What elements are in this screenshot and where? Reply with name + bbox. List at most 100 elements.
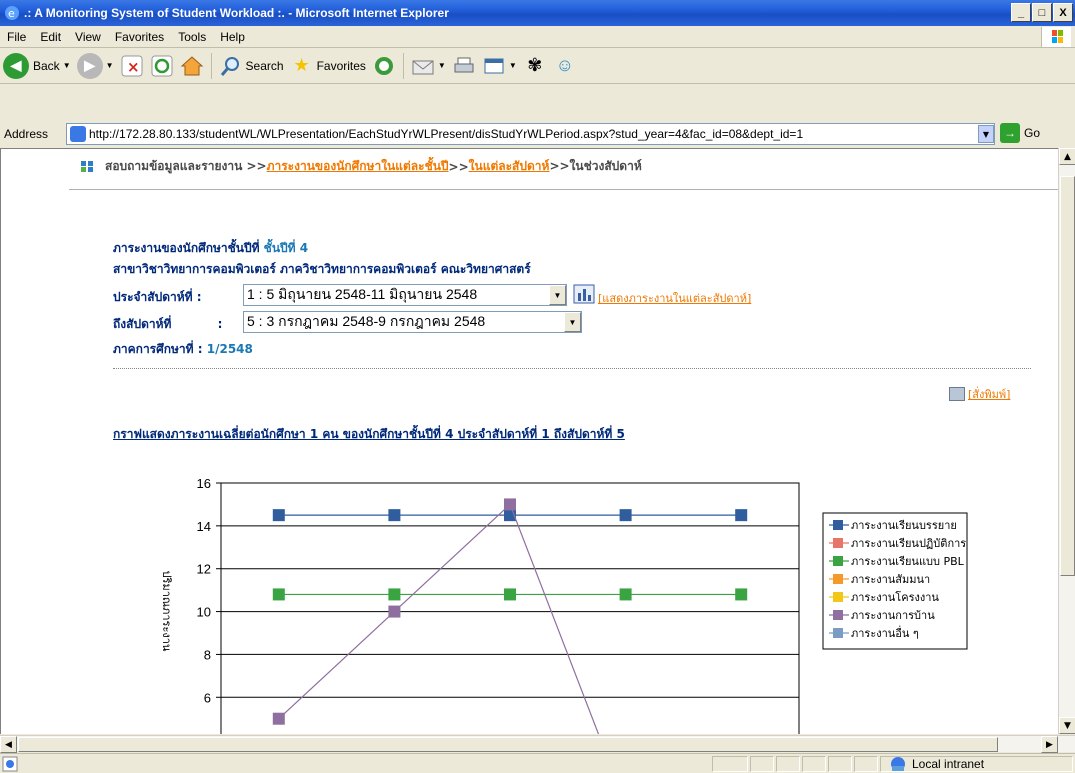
printer-icon bbox=[452, 54, 476, 78]
department-line: สาขาวิชาวิทยาการคอมพิวเตอร์ ภาควิชาวิทยา… bbox=[113, 262, 531, 276]
legend-label: ภาระงานเรียนบรรยาย bbox=[851, 519, 957, 532]
week-label: ประจำสัปดาห์ที่ : bbox=[113, 290, 202, 304]
window-title: .: A Monitoring System of Student Worklo… bbox=[24, 6, 449, 20]
edit-page-icon bbox=[482, 54, 506, 78]
address-input[interactable]: http://172.28.80.133/studentWL/WLPresent… bbox=[66, 123, 995, 145]
menu-view[interactable]: View bbox=[68, 30, 108, 44]
stop-icon: × bbox=[120, 54, 144, 78]
menu-file[interactable]: File bbox=[0, 30, 33, 44]
stop-button[interactable]: × bbox=[117, 51, 147, 81]
page-status-icon bbox=[2, 756, 18, 772]
y-tick-label: 12 bbox=[197, 562, 211, 577]
chevron-down-icon[interactable]: ▼ bbox=[564, 312, 581, 332]
breadcrumb-end: >>ในช่วงสัปดาห์ bbox=[549, 159, 642, 173]
menu-help[interactable]: Help bbox=[213, 30, 252, 44]
breadcrumb: สอบถามข้อมูลและรายงาน >> ภาระงานของนักศึ… bbox=[81, 157, 642, 176]
zone-label: Local intranet bbox=[912, 757, 985, 771]
back-button[interactable]: ◀ Back ▼ bbox=[0, 51, 74, 81]
star-icon: ★ bbox=[293, 55, 310, 75]
address-url[interactable]: http://172.28.80.133/studentWL/WLPresent… bbox=[89, 127, 978, 141]
search-button[interactable]: Search bbox=[216, 51, 287, 81]
favorites-button[interactable]: ★ Favorites bbox=[287, 51, 369, 81]
to-week-label: ถึงสัปดาห์ที่ : bbox=[113, 315, 222, 334]
scroll-down-icon[interactable]: ▼ bbox=[1059, 717, 1075, 734]
to-week-label-text: ถึงสัปดาห์ที่ bbox=[113, 317, 172, 331]
menu-favorites[interactable]: Favorites bbox=[108, 30, 171, 44]
status-cell bbox=[854, 756, 878, 772]
home-icon bbox=[180, 54, 204, 78]
y-tick-label: 4 bbox=[204, 733, 211, 734]
refresh-button[interactable] bbox=[147, 51, 177, 81]
breadcrumb-start: สอบถามข้อมูลและรายงาน >> bbox=[105, 159, 267, 173]
favorites-label: Favorites bbox=[316, 58, 366, 73]
scroll-right-icon[interactable]: ▶ bbox=[1041, 736, 1058, 753]
page-heading: ภาระงานของนักศึกษาชั้นปีที่ ชั้นปีที่ 4 bbox=[113, 239, 308, 258]
legend-label: ภาระงานเรียนปฏิบัติการ bbox=[851, 537, 966, 550]
legend-marker bbox=[833, 556, 843, 566]
data-point bbox=[272, 509, 285, 522]
menu-edit[interactable]: Edit bbox=[33, 30, 68, 44]
scroll-left-icon[interactable]: ◀ bbox=[0, 736, 17, 753]
search-label: Search bbox=[245, 58, 284, 73]
graph-title: กราฟแสดงภาระงานเฉลี่ยต่อนักศึกษา 1 คน ขอ… bbox=[113, 427, 625, 441]
menu-bar: File Edit View Favorites Tools Help bbox=[0, 26, 1075, 48]
maximize-button[interactable]: □ bbox=[1032, 3, 1052, 22]
to-week-select[interactable]: 5 : 3 กรกฎาคม 2548-9 กรกฎาคม 2548 ▼ bbox=[243, 311, 582, 333]
svg-text:×: × bbox=[127, 58, 140, 76]
history-button[interactable] bbox=[369, 51, 399, 81]
divider bbox=[69, 189, 1060, 190]
horizontal-scrollbar[interactable]: ◀ ▶ bbox=[0, 735, 1075, 753]
status-cell bbox=[828, 756, 852, 772]
intranet-icon bbox=[891, 757, 905, 771]
minimize-button[interactable]: _ bbox=[1011, 3, 1031, 22]
week-select[interactable]: 1 : 5 มิถุนายน 2548-11 มิถุนายน 2548 ▼ bbox=[243, 284, 567, 306]
go-arrow-icon: → bbox=[1000, 123, 1020, 143]
semester-value: 1/2548 bbox=[206, 342, 253, 356]
semester-label: ภาคการศึกษาที่ : bbox=[113, 342, 203, 356]
chevron-down-icon: ▼ bbox=[62, 61, 71, 70]
home-button[interactable] bbox=[177, 51, 207, 81]
breadcrumb-link-year[interactable]: ภาระงานของนักศึกษาในแต่ละชั้นปี bbox=[267, 157, 449, 176]
search-icon bbox=[219, 54, 243, 78]
messenger-button[interactable]: ☺ bbox=[550, 51, 580, 81]
edit-button[interactable]: ▼ bbox=[479, 51, 520, 81]
print-button[interactable] bbox=[449, 51, 479, 81]
page-icon bbox=[70, 126, 86, 142]
forward-arrow-icon: ▶ bbox=[76, 52, 103, 79]
data-point bbox=[388, 509, 401, 522]
print-link[interactable]: [สั่งพิมพ์] bbox=[949, 385, 1010, 403]
vertical-scrollbar[interactable]: ▲ ▼ bbox=[1058, 148, 1075, 734]
chevron-down-icon[interactable]: ▼ bbox=[549, 285, 566, 305]
chart-icon[interactable] bbox=[573, 284, 595, 304]
y-tick-label: 10 bbox=[197, 605, 211, 620]
chevron-down-icon: ▼ bbox=[508, 61, 517, 70]
toolbar: ◀ Back ▼ ▶ ▼ × Search ★ Favorites ▼ ▼ ✾ … bbox=[0, 48, 1075, 84]
discuss-button[interactable]: ✾ bbox=[520, 51, 550, 81]
scroll-thumb[interactable] bbox=[1060, 176, 1075, 576]
semester-row: ภาคการศึกษาที่ : 1/2548 bbox=[113, 340, 253, 359]
y-axis-label: ปริมาณภาระงาน bbox=[160, 571, 173, 652]
scroll-thumb-h[interactable] bbox=[18, 737, 998, 752]
mail-button[interactable]: ▼ bbox=[408, 51, 449, 81]
data-point bbox=[272, 588, 285, 601]
toolbar-separator bbox=[402, 52, 404, 79]
data-point bbox=[504, 498, 516, 511]
go-label: Go bbox=[1024, 126, 1041, 140]
address-dropdown[interactable]: ▼ bbox=[978, 125, 994, 143]
grid-icon bbox=[81, 160, 93, 173]
show-weekly-link[interactable]: [แสดงภาระงานในแต่ละสัปดาห์] bbox=[598, 289, 751, 307]
back-label: Back bbox=[33, 58, 60, 73]
go-button[interactable]: → Go bbox=[1000, 123, 1040, 143]
history-icon bbox=[372, 54, 396, 78]
svg-text:e: e bbox=[8, 7, 15, 20]
menu-tools[interactable]: Tools bbox=[171, 30, 213, 44]
print-link-label: [สั่งพิมพ์] bbox=[968, 388, 1011, 401]
breadcrumb-link-week[interactable]: ในแต่ละสัปดาห์ bbox=[469, 157, 550, 176]
y-tick-label: 8 bbox=[204, 647, 211, 662]
data-point bbox=[735, 509, 748, 522]
close-button[interactable]: X bbox=[1053, 3, 1073, 22]
refresh-icon bbox=[150, 54, 174, 78]
scroll-up-icon[interactable]: ▲ bbox=[1059, 148, 1075, 165]
forward-button[interactable]: ▶ ▼ bbox=[74, 51, 117, 81]
address-label: Address bbox=[4, 127, 49, 141]
